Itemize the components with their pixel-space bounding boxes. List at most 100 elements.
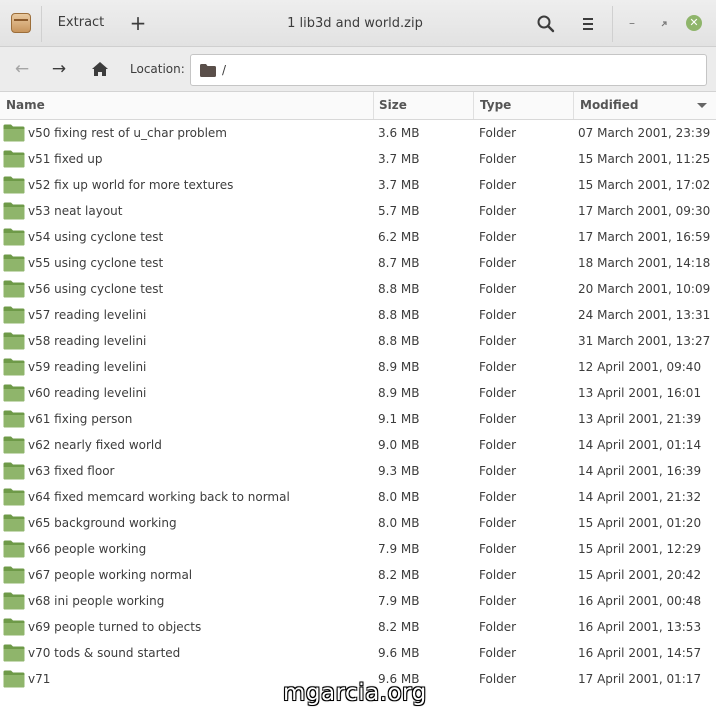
file-type: Folder <box>479 438 517 452</box>
file-modified: 16 April 2001, 13:53 <box>578 620 702 634</box>
table-row[interactable]: v56 using cyclone test 8.8 MB Folder 20 Mar… <box>0 276 716 302</box>
file-size: 8.2 MB <box>378 568 420 582</box>
table-row[interactable]: v65 background working 8.0 MB Folder 15 Apr… <box>0 510 716 536</box>
table-row[interactable]: v50 fixing rest of u_char problem 3.6 MB F… <box>0 120 716 146</box>
folder-icon <box>3 124 25 142</box>
file-size: 6.2 MB <box>378 230 420 244</box>
file-size: 8.9 MB <box>378 386 420 400</box>
file-type: Folder <box>479 126 517 140</box>
file-name: v53 neat layout <box>28 204 123 218</box>
table-row[interactable]: v59 reading levelini 8.9 MB Folder 12 April… <box>0 354 716 380</box>
folder-icon <box>3 592 25 610</box>
file-modified: 15 March 2001, 11:25 <box>578 152 711 166</box>
sort-descending-icon <box>697 103 707 108</box>
table-row[interactable]: v58 reading levelini 8.8 MB Folder 31 March… <box>0 328 716 354</box>
table-row[interactable]: v68 ini people working 7.9 MB Folder 16 Apr… <box>0 588 716 614</box>
file-modified: 14 April 2001, 16:39 <box>578 464 702 478</box>
folder-icon <box>200 64 216 77</box>
file-modified: 16 April 2001, 00:48 <box>578 594 702 608</box>
menu-button[interactable] <box>574 10 602 38</box>
file-list: v50 fixing rest of u_char problem 3.6 MB F… <box>0 120 716 692</box>
column-header-modified[interactable]: Modified <box>574 92 716 119</box>
folder-icon <box>3 358 25 376</box>
file-type: Folder <box>479 204 517 218</box>
file-modified: 14 April 2001, 01:14 <box>578 438 702 452</box>
column-header-name[interactable]: Name <box>0 92 374 119</box>
file-type: Folder <box>479 646 517 660</box>
column-header-modified-label: Modified <box>580 98 639 112</box>
home-button[interactable] <box>86 56 114 82</box>
file-type: Folder <box>479 360 517 374</box>
file-type: Folder <box>479 230 517 244</box>
file-modified: 15 March 2001, 17:02 <box>578 178 711 192</box>
location-input[interactable]: / <box>190 54 707 86</box>
file-name: v66 people working <box>28 542 147 556</box>
file-name: v54 using cyclone test <box>28 230 164 244</box>
file-name: v58 reading levelini <box>28 334 147 348</box>
column-header-size[interactable]: Size <box>374 92 474 119</box>
forward-button[interactable]: → <box>45 56 73 82</box>
file-name: v50 fixing rest of u_char problem <box>28 126 227 140</box>
file-type: Folder <box>479 308 517 322</box>
table-row[interactable]: v66 people working 7.9 MB Folder 15 April 2… <box>0 536 716 562</box>
file-type: Folder <box>479 594 517 608</box>
table-row[interactable]: v60 reading levelini 8.9 MB Folder 13 April… <box>0 380 716 406</box>
file-modified: 15 April 2001, 01:20 <box>578 516 702 530</box>
folder-icon <box>3 306 25 324</box>
file-size: 8.0 MB <box>378 490 420 504</box>
file-modified: 20 March 2001, 10:09 <box>578 282 711 296</box>
column-header: Name Size Type Modified <box>0 92 716 120</box>
file-type: Folder <box>479 178 517 192</box>
file-modified: 16 April 2001, 14:57 <box>578 646 702 660</box>
file-type: Folder <box>479 568 517 582</box>
table-row[interactable]: v61 fixing person 9.1 MB Folder 13 April 20… <box>0 406 716 432</box>
toolbar-separator <box>41 6 42 42</box>
file-type: Folder <box>479 334 517 348</box>
title-bar: Extract + 1 lib3d and world.zip – ✕ <box>0 0 716 47</box>
back-button[interactable]: ← <box>8 56 36 82</box>
location-path: / <box>222 63 227 77</box>
close-button[interactable]: ✕ <box>686 15 702 31</box>
file-modified: 14 April 2001, 21:32 <box>578 490 702 504</box>
watermark-text: mgarcia.org <box>283 680 427 706</box>
file-size: 8.7 MB <box>378 256 420 270</box>
file-size: 9.3 MB <box>378 464 420 478</box>
file-name: v57 reading levelini <box>28 308 147 322</box>
column-header-type[interactable]: Type <box>474 92 574 119</box>
folder-icon <box>3 618 25 636</box>
table-row[interactable]: v67 people working normal 8.2 MB Folder 15 … <box>0 562 716 588</box>
extract-button[interactable]: Extract <box>46 8 116 38</box>
file-modified: 15 April 2001, 20:42 <box>578 568 702 582</box>
file-name: v56 using cyclone test <box>28 282 164 296</box>
search-icon <box>537 15 555 33</box>
table-row[interactable]: v64 fixed memcard working back to normal… <box>0 484 716 510</box>
file-size: 9.0 MB <box>378 438 420 452</box>
file-type: Folder <box>479 672 517 686</box>
folder-icon <box>3 202 25 220</box>
table-row[interactable]: v51 fixed up 3.7 MB Folder 15 March 2001, 1… <box>0 146 716 172</box>
table-row[interactable]: v69 people turned to objects 8.2 MB Folder… <box>0 614 716 640</box>
file-size: 8.8 MB <box>378 334 420 348</box>
folder-icon <box>3 540 25 558</box>
minimize-button[interactable]: – <box>622 14 642 34</box>
table-row[interactable]: v70 tods & sound started 9.6 MB Folder 16 A… <box>0 640 716 666</box>
file-modified: 17 April 2001, 01:17 <box>578 672 702 686</box>
folder-icon <box>3 332 25 350</box>
folder-icon <box>3 566 25 584</box>
table-row[interactable]: v54 using cyclone test 6.2 MB Folder 17 Mar… <box>0 224 716 250</box>
file-modified: 07 March 2001, 23:39 <box>578 126 711 140</box>
table-row[interactable]: v52 fix up world for more textures 3.7 MB… <box>0 172 716 198</box>
file-name: v59 reading levelini <box>28 360 147 374</box>
table-row[interactable]: v57 reading levelini 8.8 MB Folder 24 March… <box>0 302 716 328</box>
table-row[interactable]: v62 nearly fixed world 9.0 MB Folder 14 Apr… <box>0 432 716 458</box>
add-files-button[interactable]: + <box>124 8 152 38</box>
table-row[interactable]: v53 neat layout 5.7 MB Folder 17 March 2001… <box>0 198 716 224</box>
toolbar-separator <box>612 6 613 42</box>
table-row[interactable]: v55 using cyclone test 8.7 MB Folder 18 Mar… <box>0 250 716 276</box>
file-name: v69 people turned to objects <box>28 620 202 634</box>
file-size: 5.7 MB <box>378 204 420 218</box>
file-size: 8.8 MB <box>378 282 420 296</box>
search-button[interactable] <box>532 10 560 38</box>
table-row[interactable]: v63 fixed floor 9.3 MB Folder 14 April 2001… <box>0 458 716 484</box>
maximize-button[interactable] <box>654 14 674 34</box>
